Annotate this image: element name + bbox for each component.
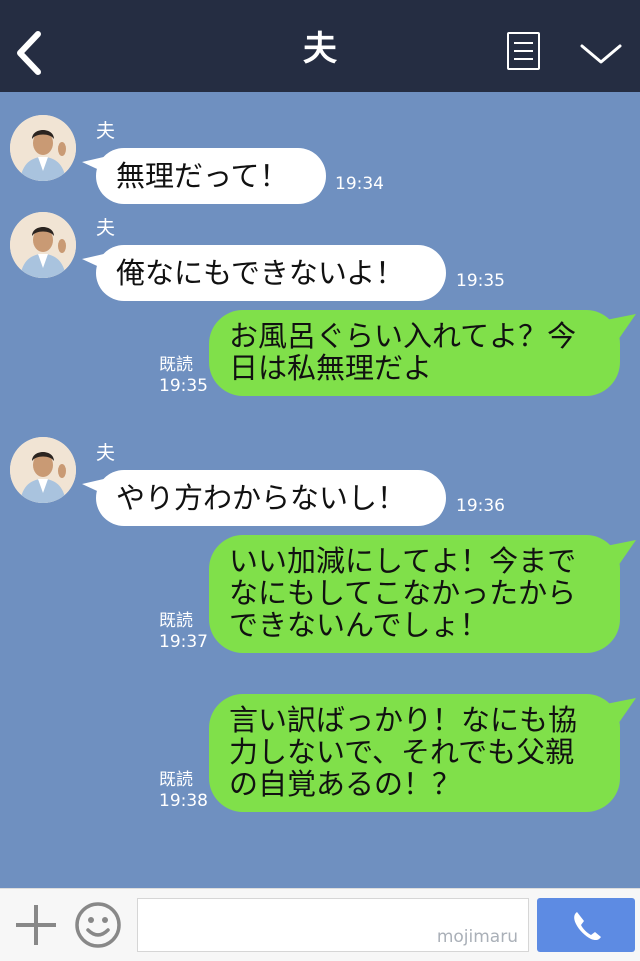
message-text: やり方わからないし！ [116,481,407,515]
message-time: 19:35 [456,271,505,291]
outgoing-message-bubble[interactable]: いい加減にしてよ！今まで なにもしてこなかったから できないんでしょ！ [209,535,620,653]
avatar[interactable] [10,212,76,278]
message-text: 無理だって！ [116,159,289,193]
read-label: 既読 [159,770,193,790]
chat-header: 夫 [0,0,640,92]
message-text-line: の自覚あるの！？ [229,767,462,801]
bubble-tail [606,540,636,566]
incoming-message-bubble[interactable]: 俺なにもできないよ！ [96,245,446,301]
phone-icon [574,912,601,941]
avatar[interactable] [10,437,76,503]
message-time: 19:37 [159,632,208,652]
message-text-line: なにもしてこなかったから [229,576,577,610]
message-text-line: いい加減にしてよ！今まで [229,544,577,578]
message-time: 19:35 [159,376,208,396]
bubble-tail [606,698,636,724]
call-button[interactable] [537,898,635,952]
message-time: 19:34 [335,174,384,194]
chat-title: 夫 [303,29,337,69]
read-receipt: 既読 19:35 [159,355,208,397]
message-text: 俺なにもできないよ！ [116,256,405,290]
sender-name: 夫 [96,217,116,239]
incoming-message-bubble[interactable]: 無理だって！ [96,148,326,204]
menu-icon[interactable] [507,32,540,70]
read-receipt: 既読 19:37 [159,611,208,653]
message-text-line: 日は私無理だよ [229,351,433,385]
incoming-message-bubble[interactable]: やり方わからないし！ [96,470,446,526]
plus-icon[interactable] [14,903,58,947]
message-input-bar: mojimaru [0,888,640,961]
read-label: 既読 [159,611,193,631]
avatar[interactable] [10,115,76,181]
read-label: 既読 [159,355,193,375]
outgoing-message-bubble[interactable]: お風呂ぐらい入れてよ？今 日は私無理だよ [209,310,620,396]
message-time: 19:38 [159,791,208,811]
message-text-line: 力しないで、それでも父親 [229,735,575,769]
sender-name: 夫 [96,442,116,464]
chevron-down-icon[interactable] [578,40,624,68]
read-receipt: 既読 19:38 [159,770,208,812]
message-input[interactable]: mojimaru [137,898,529,952]
watermark-text: mojimaru [436,927,518,947]
sender-name: 夫 [96,120,116,142]
message-text-line: 言い訳ばっかり！なにも協 [229,703,578,737]
outgoing-message-bubble[interactable]: 言い訳ばっかり！なにも協 力しないで、それでも父親 の自覚あるの！？ [209,694,620,812]
message-text-line: できないんでしょ！ [229,608,489,642]
message-text-line: お風呂ぐらい入れてよ？今 [229,319,577,353]
message-time: 19:36 [456,496,505,516]
bubble-tail [606,314,636,340]
emoji-icon[interactable] [74,901,122,949]
